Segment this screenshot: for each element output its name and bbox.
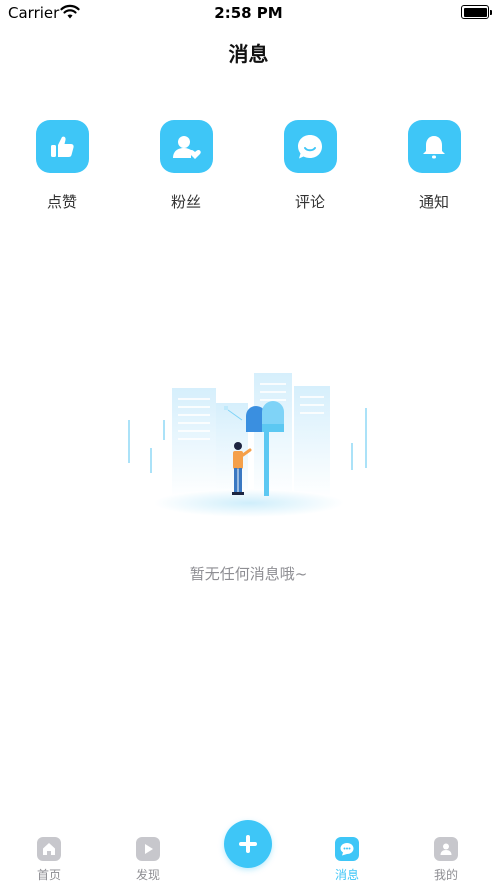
empty-state-message: 暂无任何消息哦~ <box>189 565 308 583</box>
status-bar: Carrier 2:58 PM <box>0 0 497 26</box>
profile-icon <box>434 837 458 861</box>
battery-icon <box>461 5 492 19</box>
category-label: 通知 <box>418 193 449 211</box>
message-icon <box>335 837 359 861</box>
home-icon <box>37 837 61 861</box>
tab-discover[interactable]: 发现 <box>118 837 178 883</box>
category-label: 粉丝 <box>170 193 201 211</box>
tab-profile[interactable]: 我的 <box>416 837 476 883</box>
message-categories: 点赞 粉丝 评论 通知 <box>0 120 497 220</box>
comment-icon <box>283 120 337 173</box>
play-icon <box>136 837 160 861</box>
category-label: 评论 <box>294 193 325 211</box>
tab-messages[interactable]: 消息 <box>317 837 377 883</box>
category-comments[interactable]: 评论 <box>265 120 355 212</box>
bell-icon <box>407 120 461 173</box>
plus-icon <box>239 835 257 853</box>
clock: 2:58 PM <box>214 4 283 22</box>
add-post-button[interactable] <box>224 820 272 868</box>
tab-label: 消息 <box>334 868 359 882</box>
tab-label: 首页 <box>36 868 61 882</box>
category-likes[interactable]: 点赞 <box>17 120 107 212</box>
page-title: 消息 <box>228 42 269 66</box>
tab-label: 发现 <box>135 868 160 882</box>
mailbox-city-illustration <box>128 373 367 517</box>
thumbs-up-icon <box>35 120 89 173</box>
category-label: 点赞 <box>46 193 77 211</box>
tab-home[interactable]: 首页 <box>19 837 79 883</box>
category-fans[interactable]: 粉丝 <box>141 120 231 212</box>
category-notifications[interactable]: 通知 <box>389 120 479 212</box>
tab-label: 我的 <box>433 868 458 882</box>
fans-icon <box>159 120 213 173</box>
